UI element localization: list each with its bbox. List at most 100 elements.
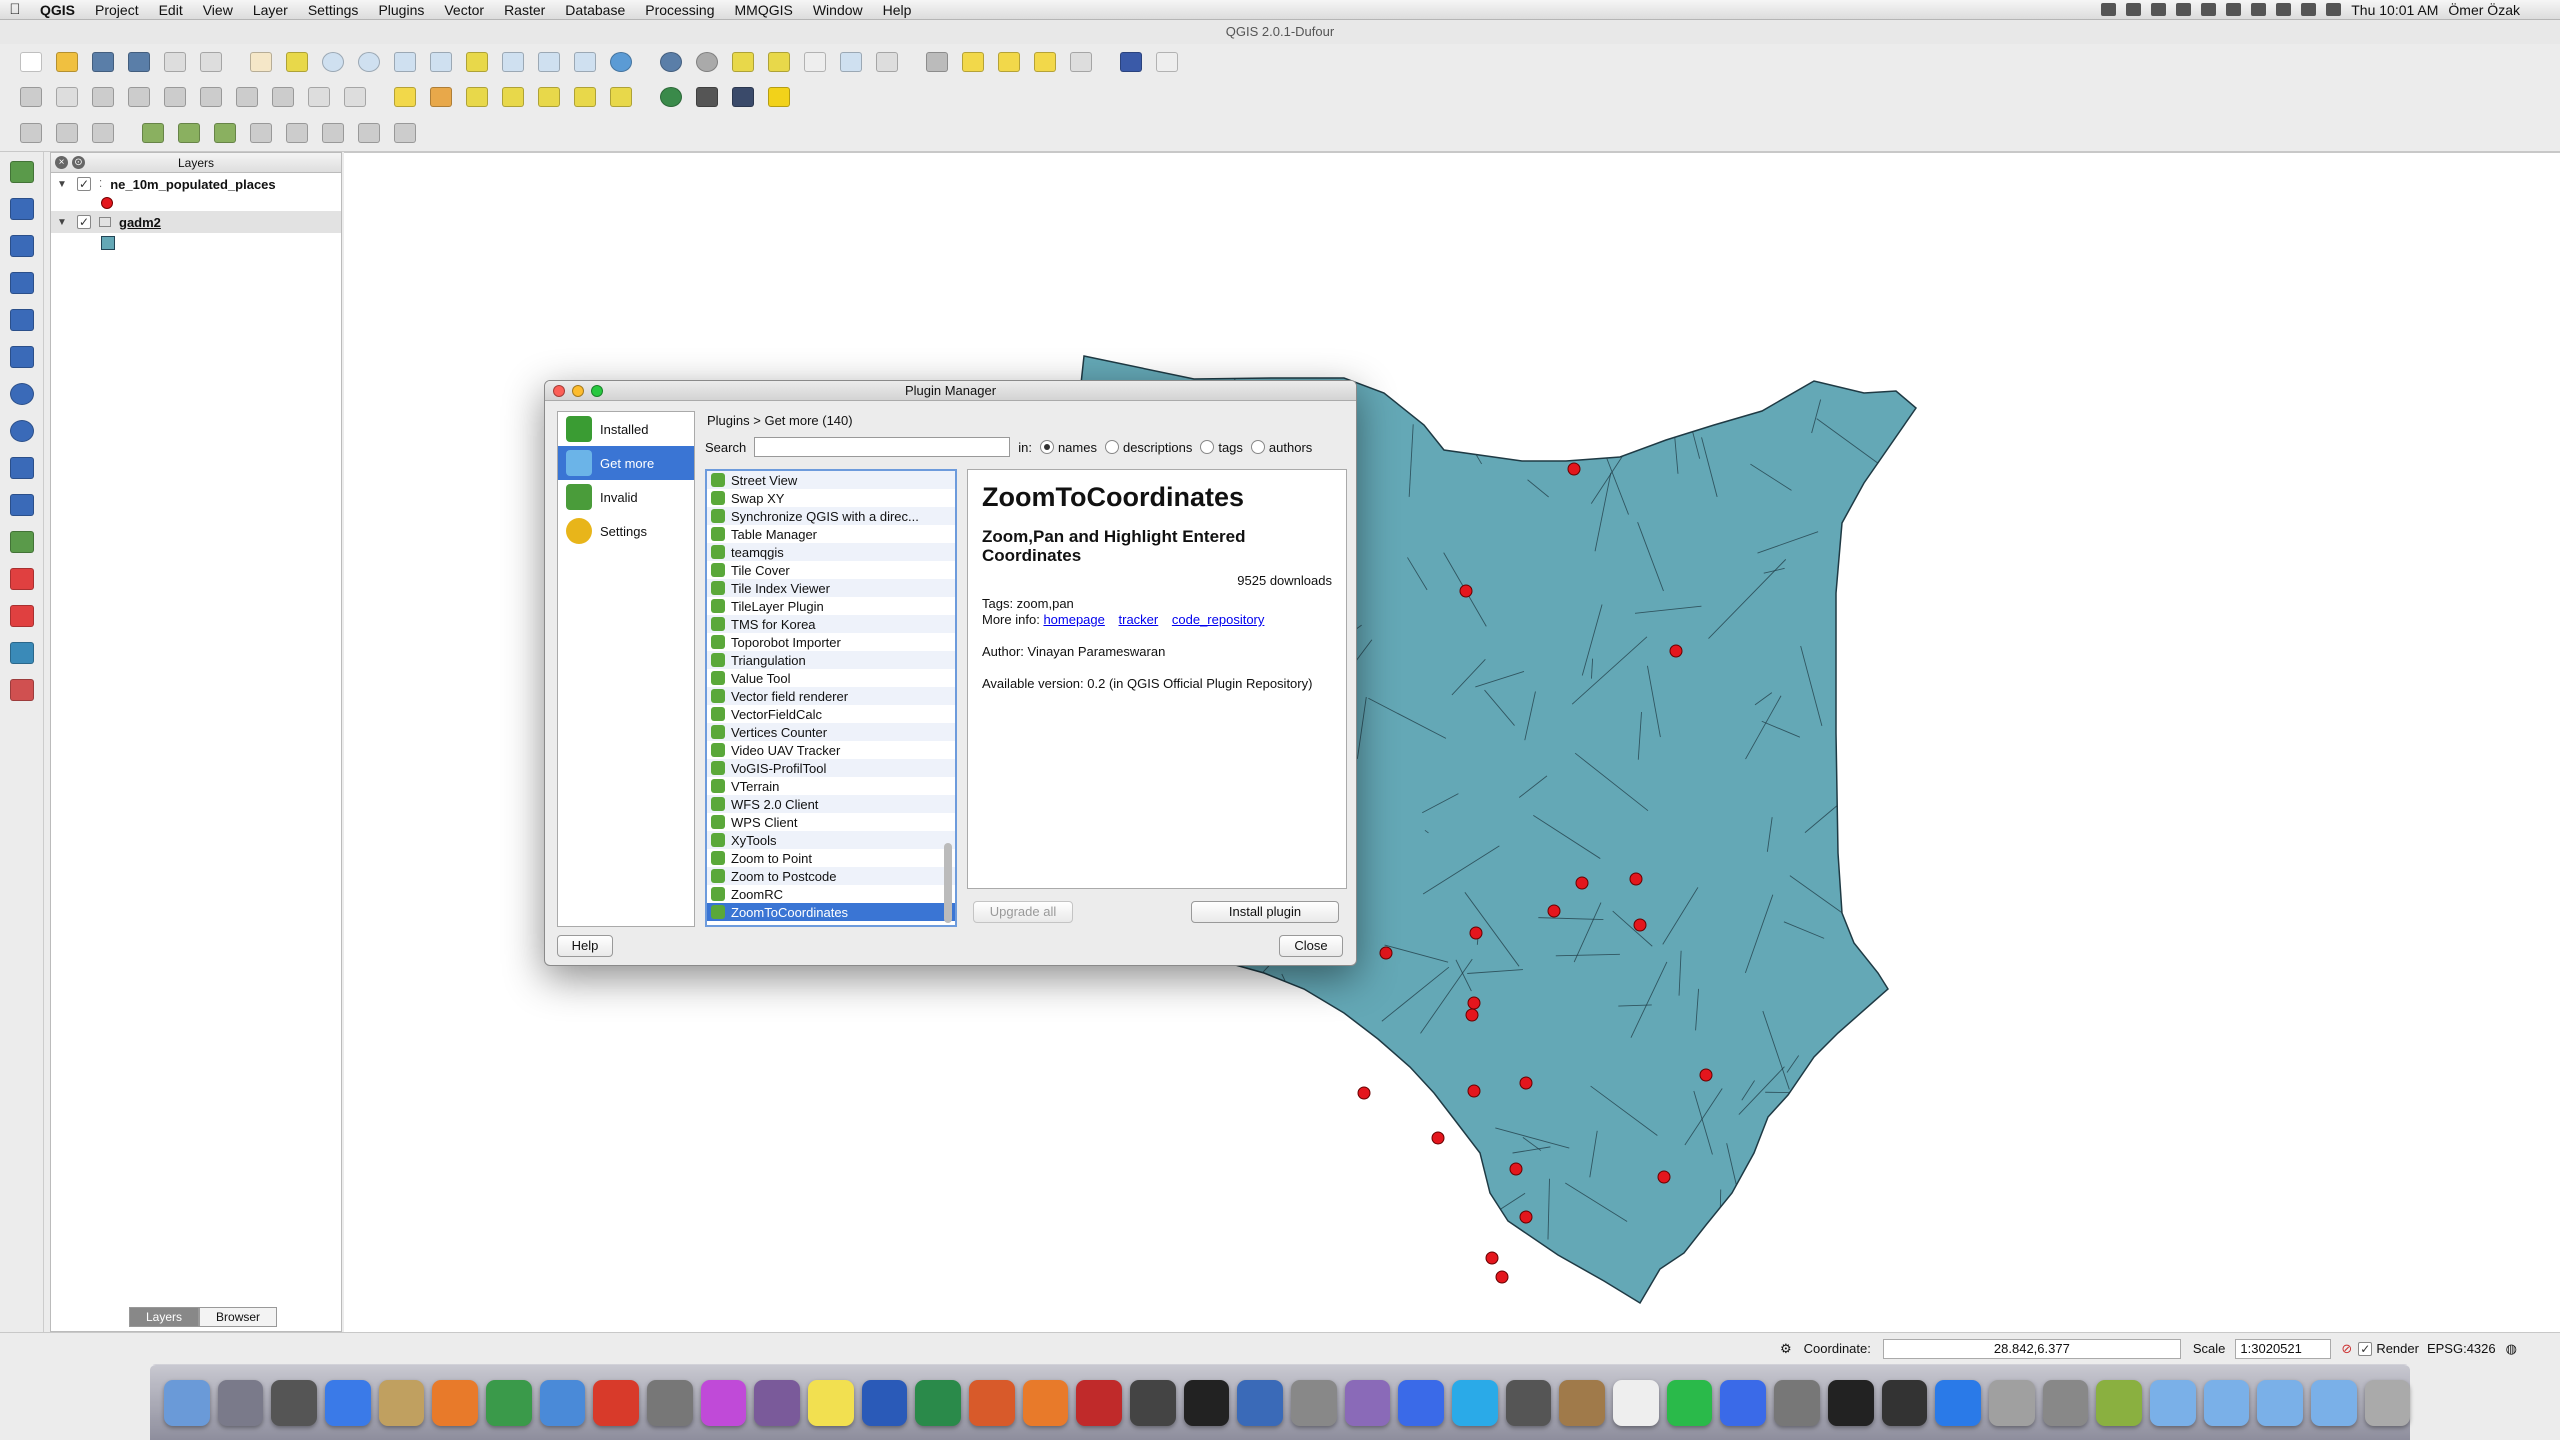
folder-icon[interactable]: [2203, 1379, 2250, 1426]
node-tool-button[interactable]: [196, 83, 226, 111]
add-oracle-button[interactable]: [4, 340, 40, 374]
stop-render-icon[interactable]: ⊘: [2341, 1341, 2352, 1357]
zoom-last-button[interactable]: [534, 48, 564, 76]
refresh-button[interactable]: [606, 48, 636, 76]
nav-get-more[interactable]: Get more: [558, 446, 694, 480]
menu-database[interactable]: Database: [555, 0, 635, 20]
deselect-button[interactable]: [764, 48, 794, 76]
move-label-button[interactable]: [498, 83, 528, 111]
homepage-link[interactable]: homepage: [1043, 612, 1104, 627]
dropbox-icon[interactable]: [2126, 3, 2142, 16]
teamviewer-icon[interactable]: [1935, 1379, 1981, 1426]
pan-to-selection-button[interactable]: [282, 48, 312, 76]
zoom-window-icon[interactable]: [591, 385, 603, 397]
tab-layers[interactable]: Layers: [129, 1307, 200, 1327]
menu-help[interactable]: Help: [873, 0, 922, 20]
toggle-editing-button[interactable]: [52, 83, 82, 111]
add-wcs-button[interactable]: [4, 414, 40, 448]
rotate-label-button[interactable]: [534, 83, 564, 111]
menu-project[interactable]: Project: [85, 0, 149, 20]
flower-icon[interactable]: [700, 1379, 747, 1426]
merge-features-button[interactable]: [354, 119, 384, 147]
new-spatialite-layer-button[interactable]: [4, 599, 40, 633]
float-icon[interactable]: ⊙: [72, 156, 85, 169]
qgis-icon[interactable]: [2096, 1379, 2142, 1426]
radio-authors[interactable]: authors: [1250, 440, 1312, 455]
plugin-list-item[interactable]: Tile Index Viewer: [707, 579, 955, 597]
xcode-icon[interactable]: [1398, 1379, 1445, 1426]
scale-combo[interactable]: 1:3020521: [2235, 1338, 2332, 1359]
new-bookmark-button[interactable]: [994, 48, 1024, 76]
terminal-icon[interactable]: [1183, 1379, 1230, 1426]
calendar-icon[interactable]: [1613, 1379, 1659, 1426]
close-window-icon[interactable]: [553, 385, 565, 397]
grid-tool-button[interactable]: [728, 83, 758, 111]
attribute-table-button[interactable]: [836, 48, 866, 76]
tray-icon[interactable]: [2101, 3, 2117, 16]
plugin-list-item[interactable]: WFS 2.0 Client: [707, 795, 955, 813]
plugin-tool-button[interactable]: [692, 83, 722, 111]
add-ring-button[interactable]: [52, 119, 82, 147]
powerpoint-icon[interactable]: [969, 1379, 1015, 1426]
delete-ring-button[interactable]: [174, 119, 204, 147]
notes-icon[interactable]: [808, 1379, 854, 1426]
plugin-list-item[interactable]: Zoom to Point: [707, 849, 955, 867]
add-vector-layer-alt-button[interactable]: [4, 673, 40, 707]
plugin-list-item[interactable]: Tile Cover: [707, 561, 955, 579]
statistics-button[interactable]: [872, 48, 902, 76]
itunes-icon[interactable]: [1720, 1379, 1767, 1426]
tray-icon[interactable]: [2151, 3, 2167, 16]
plugin-list-item[interactable]: Value Tool: [707, 669, 955, 687]
add-mssql-button[interactable]: [4, 303, 40, 337]
r-icon[interactable]: [1237, 1379, 1284, 1426]
plugin-list-item[interactable]: Street View: [707, 471, 955, 489]
minimize-window-icon[interactable]: [572, 385, 584, 397]
radio-names[interactable]: names: [1039, 440, 1097, 455]
app-icon[interactable]: [754, 1379, 801, 1426]
app-icon[interactable]: [1344, 1379, 1391, 1426]
launchpad-icon[interactable]: [217, 1379, 264, 1426]
rotate-symbols-button[interactable]: [390, 119, 420, 147]
menu-edit[interactable]: Edit: [149, 0, 193, 20]
scrollbar-thumb[interactable]: [944, 843, 952, 923]
zoom-in-button[interactable]: [318, 48, 348, 76]
zoom-actual-button[interactable]: [390, 48, 420, 76]
menu-window[interactable]: Window: [803, 0, 873, 20]
nav-installed[interactable]: Installed: [558, 412, 694, 446]
crs-status[interactable]: EPSG:4326: [2427, 1341, 2496, 1356]
plugin-list-item[interactable]: XyTools: [707, 831, 955, 849]
preview-icon[interactable]: [378, 1379, 425, 1426]
plugin-list-item[interactable]: Video UAV Tracker: [707, 741, 955, 759]
show-bookmarks-button[interactable]: [1030, 48, 1060, 76]
folder-icon[interactable]: [2149, 1379, 2196, 1426]
add-raster-layer-button[interactable]: [4, 192, 40, 226]
layer-visibility-checkbox[interactable]: ✓: [77, 177, 91, 191]
add-wfs-button[interactable]: [4, 451, 40, 485]
plugin-list-item[interactable]: Triangulation: [707, 651, 955, 669]
whats-this-button[interactable]: [1152, 48, 1182, 76]
plugin-list-item[interactable]: TileLayer Plugin: [707, 597, 955, 615]
tab-browser[interactable]: Browser: [199, 1307, 278, 1327]
pin-labels-button[interactable]: [426, 83, 456, 111]
chrome-icon[interactable]: [486, 1379, 532, 1426]
open-project-button[interactable]: [52, 48, 82, 76]
plugin-list[interactable]: Street View Swap XY Synchronize QGIS with …: [705, 469, 957, 927]
plugin-list-item[interactable]: Table Manager: [707, 525, 955, 543]
menu-mmqgis[interactable]: MMQGIS: [725, 0, 803, 20]
menu-layer[interactable]: Layer: [243, 0, 298, 20]
fill-ring-button[interactable]: [138, 119, 168, 147]
copy-features-button[interactable]: [304, 83, 334, 111]
current-edits-button[interactable]: [16, 83, 46, 111]
install-plugin-button[interactable]: Install plugin: [1191, 901, 1339, 923]
zoom-out-button[interactable]: [354, 48, 384, 76]
delete-part-button[interactable]: [210, 119, 240, 147]
add-vector-layer-button[interactable]: [4, 155, 40, 189]
layer-visibility-checkbox[interactable]: ✓: [77, 215, 91, 229]
save-edits-button[interactable]: [88, 83, 118, 111]
identify-button[interactable]: [656, 48, 686, 76]
tracker-link[interactable]: tracker: [1119, 612, 1159, 627]
globe-button[interactable]: [656, 83, 686, 111]
safari-icon[interactable]: [539, 1379, 586, 1426]
add-delimited-text-button[interactable]: [4, 488, 40, 522]
menu-settings[interactable]: Settings: [298, 0, 369, 20]
